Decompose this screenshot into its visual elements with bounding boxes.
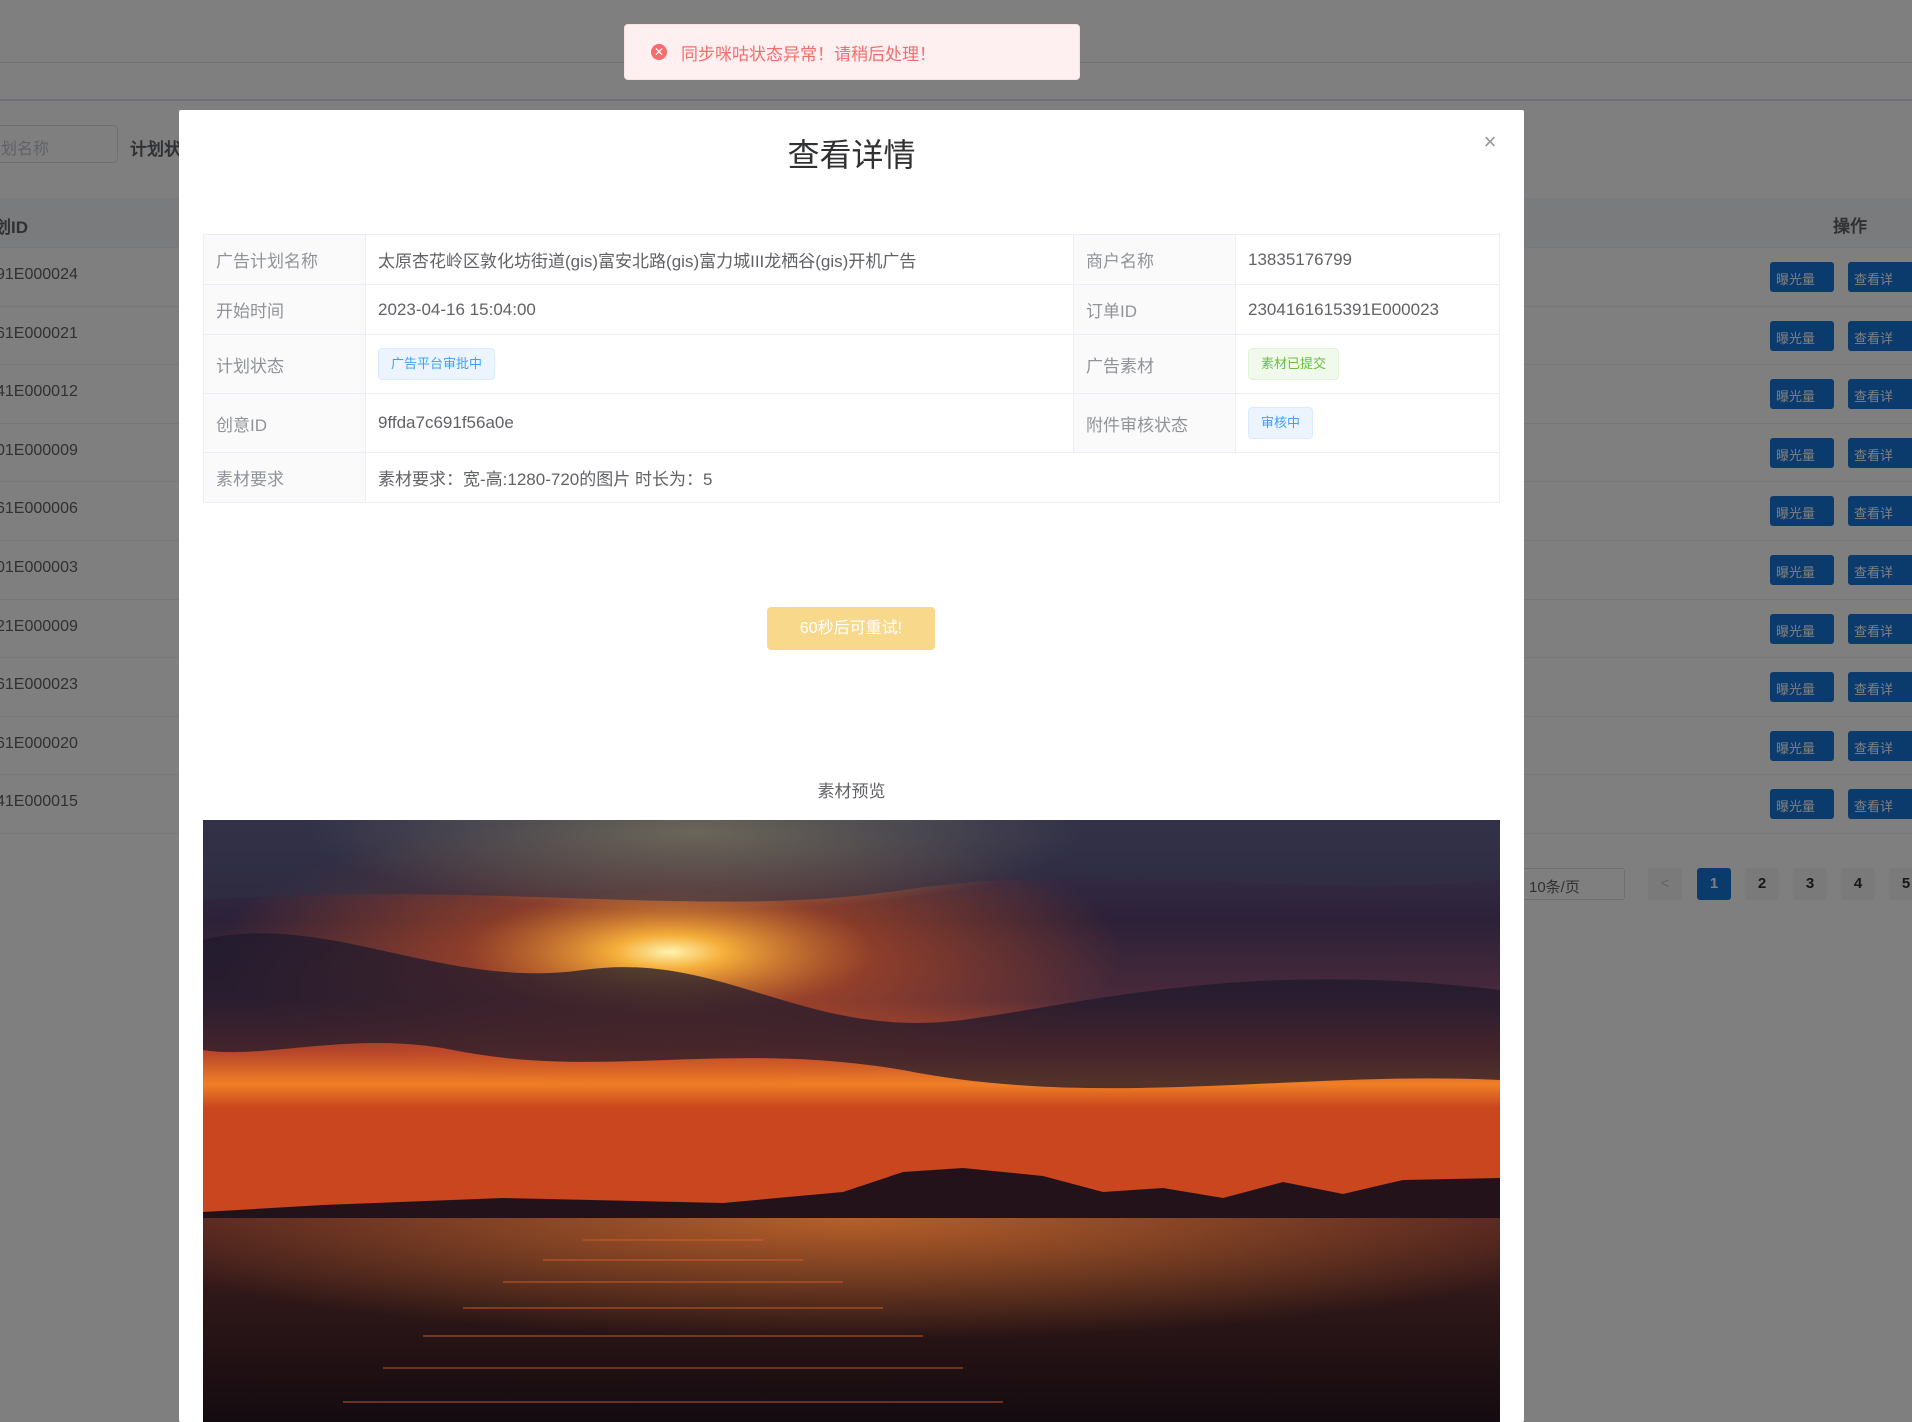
error-message-toast: ✕ 同步咪咕状态异常！请稍后处理！ — [624, 24, 1080, 80]
start-time-label: 开始时间 — [203, 284, 366, 335]
retry-button[interactable]: 60秒后可重试! — [767, 607, 935, 650]
merchant-label: 商户名称 — [1073, 234, 1236, 285]
start-time-value: 2023-04-16 15:04:00 — [365, 284, 1074, 335]
order-id-label: 订单ID — [1073, 284, 1236, 335]
requirement-value: 素材要求：宽-高:1280-720的图片 时长为：5 — [365, 452, 1500, 503]
preview-label: 素材预览 — [817, 782, 886, 801]
creative-id-label: 创意ID — [203, 393, 366, 453]
close-circle-icon: ✕ — [651, 44, 667, 60]
requirement-label: 素材要求 — [203, 452, 366, 503]
detail-descriptions: 广告计划名称 太原杏花岭区敦化坊街道(gis)富安北路(gis)富力城III龙栖… — [203, 234, 1500, 503]
plan-status-label: 计划状态 — [203, 334, 366, 394]
material-status-tag: 素材已提交 — [1248, 348, 1340, 380]
plan-status-cell: 广告平台审批中 — [365, 334, 1074, 394]
creative-id-value: 9ffda7c691f56a0e — [365, 393, 1074, 453]
merchant-value: 13835176799 — [1235, 234, 1500, 285]
attachment-status-label: 附件审核状态 — [1073, 393, 1236, 453]
material-label: 广告素材 — [1073, 334, 1236, 394]
material-cell: 素材已提交 — [1235, 334, 1500, 394]
dialog-title: 查看详情 — [787, 137, 916, 173]
plan-name-value: 太原杏花岭区敦化坊街道(gis)富安北路(gis)富力城III龙栖谷(gis)开… — [365, 234, 1074, 285]
attachment-status-tag: 审核中 — [1248, 407, 1314, 439]
plan-name-label: 广告计划名称 — [203, 234, 366, 285]
plan-status-tag: 广告平台审批中 — [378, 348, 496, 380]
detail-dialog: 查看详情 × 广告计划名称 太原杏花岭区敦化坊街道(gis)富安北路(gis)富… — [179, 110, 1524, 1422]
order-id-value: 2304161615391E000023 — [1235, 284, 1500, 335]
attachment-status-cell: 审核中 — [1235, 393, 1500, 453]
toast-message: 同步咪咕状态异常！请稍后处理！ — [681, 44, 936, 64]
sunset-image — [203, 820, 1500, 1422]
close-icon[interactable]: × — [1478, 130, 1502, 154]
material-preview-image — [203, 820, 1500, 1422]
